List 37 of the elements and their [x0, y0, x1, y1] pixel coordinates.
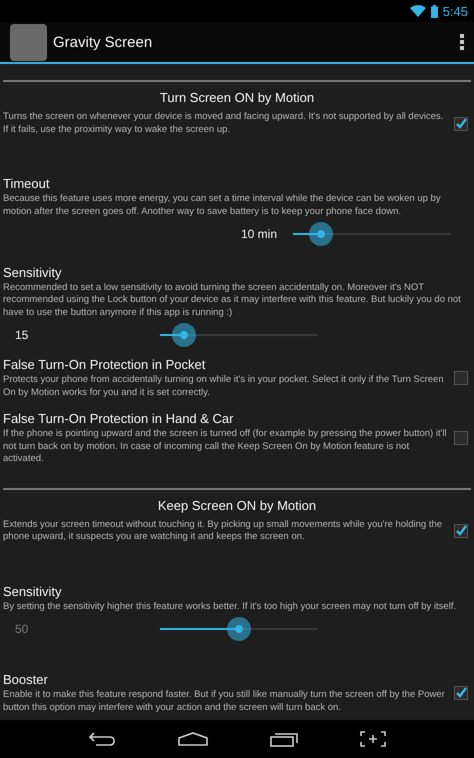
checkbox[interactable] [454, 116, 468, 130]
description: Recommended to set a low sensitivity to avoid turning the screen accidentally on. Moreover it's NOT recommended using the Lock button of your device as it may interfere with this feature. But luckily you do not have to use the button anymore if this app is running :) [3, 282, 462, 319]
setting-title: Sensitivity [3, 584, 63, 599]
slider-thumb[interactable] [227, 617, 251, 642]
battery-icon [430, 4, 438, 18]
app-title: Gravity Screen [53, 34, 154, 50]
slider-value: 50 [14, 622, 30, 636]
app-icon [10, 24, 47, 60]
description: Turns the screen on whenever your device is moved and facing upward. It's not supported by all devices. If it fails, use the proximity way to wake the screen up. [3, 111, 444, 136]
setting-title: Booster [3, 672, 49, 687]
wifi-icon [410, 5, 426, 17]
section-title: Turn Screen ON by Motion [158, 90, 316, 105]
slider-thumb[interactable] [309, 222, 334, 246]
recent-apps-icon[interactable] [270, 731, 298, 747]
back-icon[interactable] [88, 731, 116, 747]
screenshot-icon[interactable] [360, 731, 386, 747]
checkbox[interactable] [454, 686, 468, 700]
setting-title: False Turn-On Protection in Pocket [3, 357, 206, 372]
home-icon[interactable] [178, 732, 208, 746]
overflow-menu-icon[interactable] [460, 34, 464, 50]
checkbox[interactable] [454, 431, 468, 446]
description: Extends your screen timeout without touching it. By picking up small movements while you're holding the phone upward, it suspects you are watching it and keeps the screen on. [3, 518, 444, 544]
clock-time: 5:45 [442, 4, 468, 18]
setting-title: Sensitivity [3, 264, 63, 280]
description: Because this feature uses more energy, you can set a time interval while the device can be woken up by motion after the screen goes off. Another way to save battery is to keep your phone face down. [3, 193, 442, 218]
description: By setting the sensitivity higher this feature works better. If it's too high your screen may not turn off by itself. [3, 600, 458, 614]
checkbox[interactable] [454, 524, 468, 538]
description: If the phone is pointing upward and the screen is turned off (for example by pressing the power button) it'll not turn back on by motion. In case of incoming call the Keep Screen On by Motion feature is not activated. [3, 428, 448, 466]
slider-value: 10 min [240, 227, 277, 242]
checkbox[interactable] [454, 371, 468, 385]
slider-thumb[interactable] [172, 323, 196, 347]
setting-title: False Turn-On Protection in Hand & Car [3, 411, 234, 426]
description: Enable it to make this feature respond faster. But if you still like manually turn the screen off by the Power button this option may interfere with your action and the screen will turn back on. [3, 689, 446, 714]
description: Protects your phone from accidentally turning on while it's in your pocket. Select it only if the Turn Screen On by Motion works for you and it is set correctly. [3, 374, 445, 399]
setting-title: Timeout [3, 176, 50, 192]
section-title: Keep Screen ON by Motion [156, 498, 318, 512]
slider-value: 15 [14, 328, 30, 342]
